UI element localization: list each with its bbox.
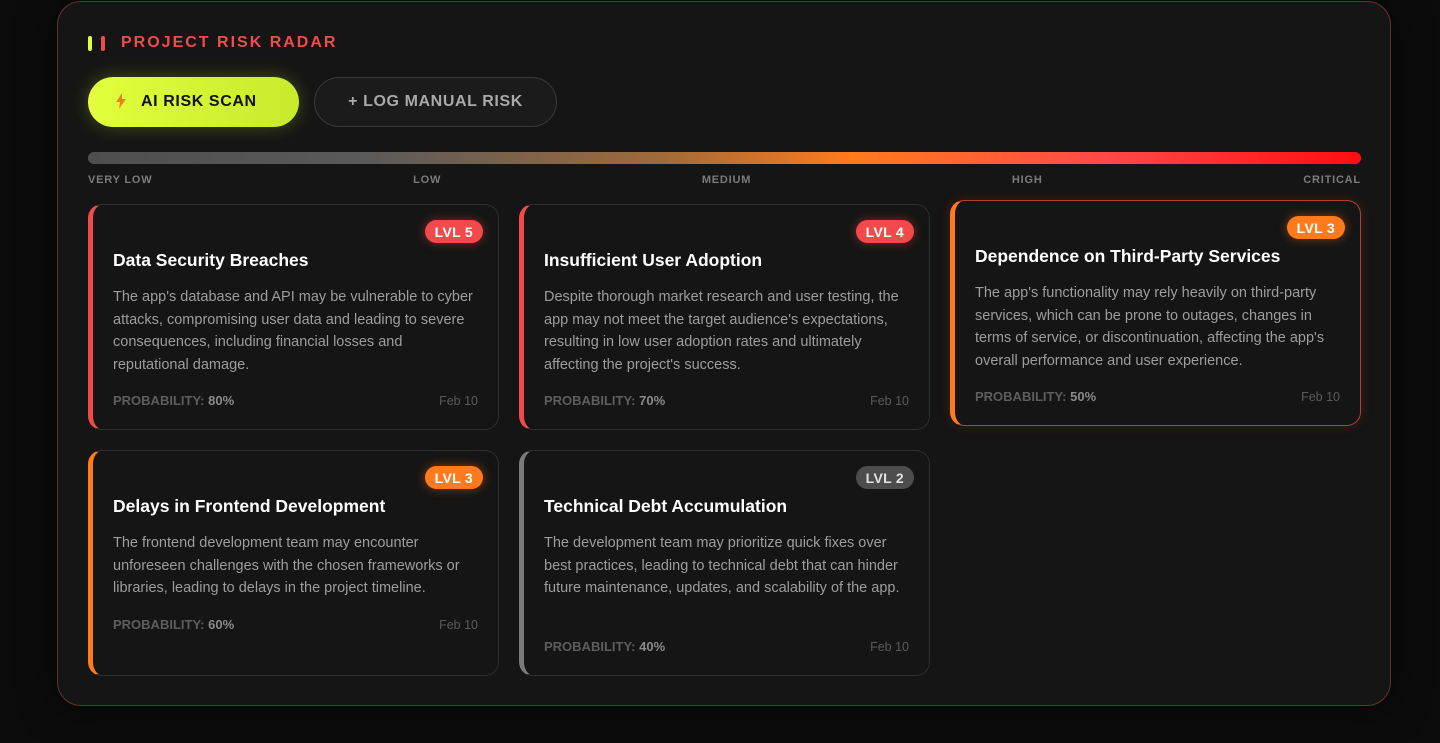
risk-card-footer: PROBABILITY: 80% Feb 10: [113, 393, 478, 408]
risk-scale-labels: VERY LOW LOW MEDIUM HIGH CRITICAL: [88, 174, 1361, 186]
risk-probability: PROBABILITY: 50%: [975, 389, 1096, 404]
risk-card[interactable]: LVL 3 Dependence on Third-Party Services…: [950, 200, 1361, 426]
probability-value: 40%: [639, 639, 666, 654]
risk-probability: PROBABILITY: 70%: [544, 393, 665, 408]
risk-card[interactable]: LVL 2 Technical Debt Accumulation The de…: [519, 450, 930, 676]
action-buttons: AI RISK SCAN + LOG MANUAL RISK: [88, 77, 557, 127]
risk-description: The app's functionality may rely heavily…: [975, 285, 1325, 369]
scale-label-critical: CRITICAL: [1303, 174, 1361, 186]
risk-description: The frontend development team may encoun…: [113, 535, 460, 596]
page-title: PROJECT RISK RADAR: [121, 34, 338, 51]
probability-value: 80%: [208, 393, 235, 408]
risk-card[interactable]: LVL 4 Insufficient User Adoption Despite…: [519, 204, 930, 430]
probability-value: 50%: [1070, 389, 1097, 404]
scale-label-very-low: VERY LOW: [88, 174, 153, 186]
risk-level-badge: LVL 3: [424, 466, 483, 489]
risk-probability: PROBABILITY: 60%: [113, 617, 234, 632]
risk-probability: PROBABILITY: 40%: [544, 639, 665, 654]
probability-label: PROBABILITY:: [113, 393, 205, 408]
risk-level-badge: LVL 4: [855, 220, 914, 243]
risk-probability: PROBABILITY: 80%: [113, 393, 234, 408]
risk-card[interactable]: LVL 5 Data Security Breaches The app's d…: [88, 204, 499, 430]
risk-description: The app's database and API may be vulner…: [113, 289, 473, 373]
risk-card[interactable]: LVL 3 Delays in Frontend Development The…: [88, 450, 499, 676]
risk-card-footer: PROBABILITY: 40% Feb 10: [544, 639, 909, 654]
header-accent-bars: [88, 35, 105, 51]
ai-risk-scan-button[interactable]: AI RISK SCAN: [88, 77, 299, 127]
scale-label-medium: MEDIUM: [701, 174, 752, 186]
risk-description: Despite thorough market research and use…: [544, 289, 899, 373]
risk-date: Feb 10: [870, 393, 909, 408]
probability-value: 70%: [639, 393, 666, 408]
risk-date: Feb 10: [439, 617, 478, 632]
risk-level-badge: LVL 3: [1286, 216, 1345, 239]
log-manual-risk-button[interactable]: + LOG MANUAL RISK: [314, 77, 557, 127]
accent-bar-yellow: [88, 35, 92, 51]
risk-title: Insufficient User Adoption: [544, 250, 763, 270]
panel-header: PROJECT RISK RADAR: [88, 34, 337, 52]
accent-bar-red: [101, 35, 105, 51]
risk-title: Technical Debt Accumulation: [544, 496, 788, 516]
risk-level-badge: LVL 5: [424, 220, 483, 243]
risk-card-footer: PROBABILITY: 50% Feb 10: [975, 389, 1340, 404]
risk-card-footer: PROBABILITY: 70% Feb 10: [544, 393, 909, 408]
probability-value: 60%: [208, 617, 235, 632]
lightning-bolt-icon: [116, 92, 126, 112]
risk-date: Feb 10: [1301, 389, 1340, 404]
probability-label: PROBABILITY:: [544, 639, 636, 654]
probability-label: PROBABILITY:: [544, 393, 636, 408]
risk-radar-panel: PROJECT RISK RADAR AI RISK SCAN + LOG MA…: [57, 1, 1391, 706]
risk-date: Feb 10: [870, 639, 909, 654]
scale-label-high: HIGH: [1011, 174, 1043, 186]
scale-label-low: LOW: [413, 174, 442, 186]
risk-title: Data Security Breaches: [113, 250, 309, 270]
risk-level-badge: LVL 2: [855, 466, 914, 489]
risk-title: Dependence on Third-Party Services: [975, 246, 1281, 266]
risk-description: The development team may prioritize quic…: [544, 535, 900, 596]
risk-card-footer: PROBABILITY: 60% Feb 10: [113, 617, 478, 632]
probability-label: PROBABILITY:: [975, 389, 1067, 404]
risk-scale-gradient-bar: [88, 152, 1361, 164]
probability-label: PROBABILITY:: [113, 617, 205, 632]
risk-title: Delays in Frontend Development: [113, 496, 386, 516]
ai-risk-scan-label: AI RISK SCAN: [141, 93, 257, 110]
risk-date: Feb 10: [439, 393, 478, 408]
